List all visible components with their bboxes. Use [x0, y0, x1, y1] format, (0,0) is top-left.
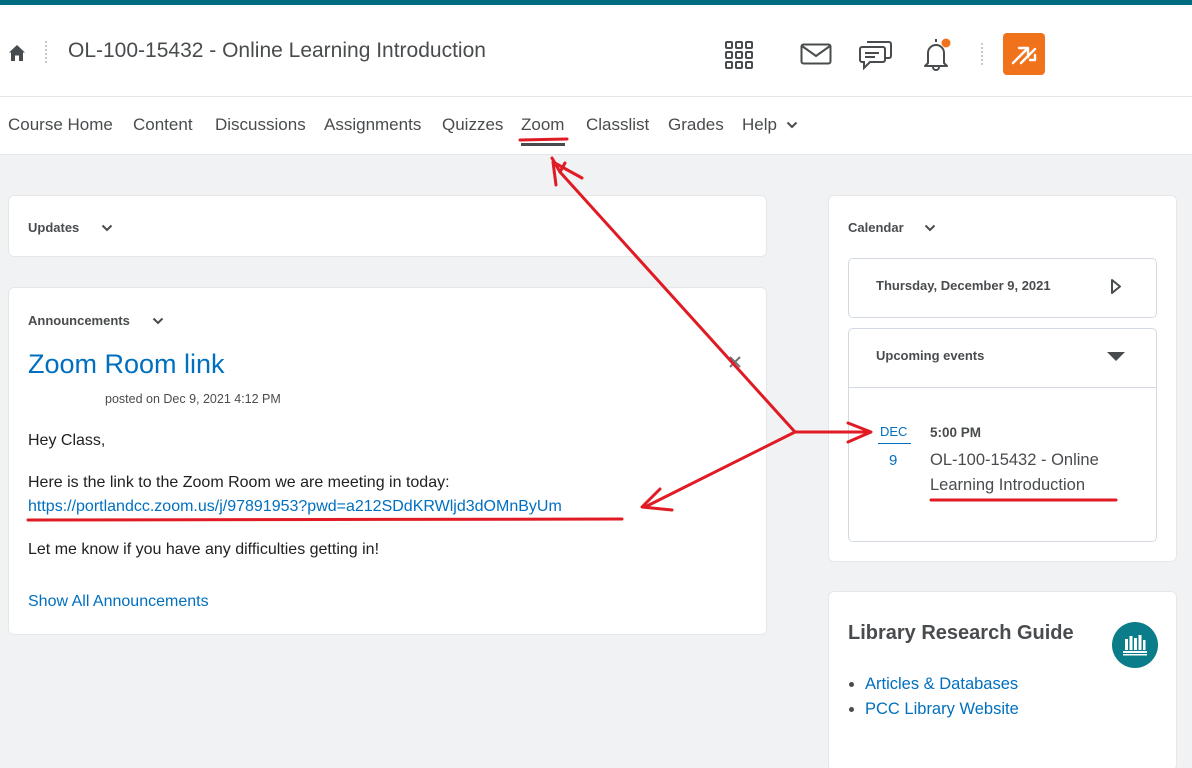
- nav-quizzes[interactable]: Quizzes: [442, 115, 503, 135]
- library-widget: Library Research Guide Articles & Databa…: [828, 591, 1177, 768]
- nav-zoom[interactable]: Zoom: [521, 115, 564, 135]
- upcoming-events-title: Upcoming events: [876, 348, 985, 363]
- nav-discussions[interactable]: Discussions: [215, 115, 306, 135]
- books-icon: [1123, 635, 1147, 656]
- articles-databases-link[interactable]: Articles & Databases: [865, 672, 1019, 697]
- calendar-widget: Calendar Thursday, December 9, 2021 Upco…: [828, 195, 1177, 562]
- updates-title: Updates: [28, 220, 80, 235]
- divider: [849, 387, 1156, 388]
- zoom-link[interactable]: https://portlandcc.zoom.us/j/97891953?pw…: [28, 498, 562, 516]
- announcement-closing: Let me know if you have any difficulties…: [28, 541, 380, 558]
- header-divider: [45, 41, 47, 63]
- top-bar: OL-100-15432 - Online Learning Introduct…: [0, 0, 1192, 96]
- mail-icon[interactable]: [800, 43, 832, 65]
- notification-dot: [941, 38, 951, 48]
- header-divider: [981, 43, 983, 65]
- nav-active-indicator: [521, 143, 565, 146]
- next-day-icon[interactable]: [1110, 278, 1122, 295]
- course-title[interactable]: OL-100-15432 - Online Learning Introduct…: [68, 39, 486, 63]
- nav-help-label: Help: [742, 115, 777, 134]
- library-links: Articles & Databases PCC Library Website: [865, 672, 1019, 722]
- nav-content[interactable]: Content: [133, 115, 193, 135]
- nav-help[interactable]: Help: [742, 115, 798, 135]
- chevron-down-icon: [786, 121, 797, 129]
- orange-switch-icon: [1011, 46, 1037, 65]
- pcc-library-website-link[interactable]: PCC Library Website: [865, 697, 1019, 722]
- event-time: 5:00 PM: [930, 425, 982, 440]
- announcements-widget: Announcements Zoom Room link posted on D…: [8, 287, 767, 635]
- library-icon: [1112, 622, 1158, 668]
- upcoming-events-panel: Upcoming events DEC 9 5:00 PM OL-100-154…: [848, 328, 1157, 542]
- library-title: Library Research Guide: [848, 622, 1074, 644]
- nav-grades[interactable]: Grades: [668, 115, 724, 135]
- announcements-title: Announcements: [28, 313, 130, 328]
- show-all-announcements-link[interactable]: Show All Announcements: [28, 593, 209, 611]
- course-navbar: Course Home Content Discussions Assignme…: [0, 96, 1192, 155]
- event-title[interactable]: OL-100-15432 - Online Learning Introduct…: [930, 448, 1130, 498]
- bell-icon[interactable]: [921, 36, 955, 72]
- calendar-title: Calendar: [848, 220, 904, 235]
- orange-switch-button[interactable]: [1003, 33, 1045, 75]
- calendar-date: Thursday, December 9, 2021: [876, 278, 1051, 293]
- caret-down-icon[interactable]: [1106, 351, 1126, 362]
- announcement-posted-date: posted on Dec 9, 2021 4:12 PM: [105, 392, 281, 406]
- chevron-down-icon[interactable]: [152, 317, 164, 325]
- calendar-date-bar: Thursday, December 9, 2021: [848, 258, 1157, 318]
- chevron-down-icon[interactable]: [924, 224, 936, 232]
- announcement-greeting: Hey Class,: [28, 432, 106, 449]
- nav-assignments[interactable]: Assignments: [324, 115, 421, 135]
- close-icon[interactable]: [727, 354, 743, 370]
- home-icon[interactable]: [8, 44, 26, 62]
- chat-icon[interactable]: [859, 38, 893, 70]
- nav-classlist[interactable]: Classlist: [586, 115, 649, 135]
- announcement-title[interactable]: Zoom Room link: [28, 349, 225, 380]
- announcement-intro: Here is the link to the Zoom Room we are…: [28, 474, 450, 491]
- event-month: DEC: [880, 424, 908, 439]
- event-day: 9: [889, 452, 898, 469]
- chevron-down-icon[interactable]: [101, 224, 113, 232]
- nav-course-home[interactable]: Course Home: [8, 115, 113, 135]
- waffle-grid-icon[interactable]: [724, 40, 754, 70]
- event-date-divider: [878, 443, 911, 444]
- updates-widget: Updates: [8, 195, 767, 257]
